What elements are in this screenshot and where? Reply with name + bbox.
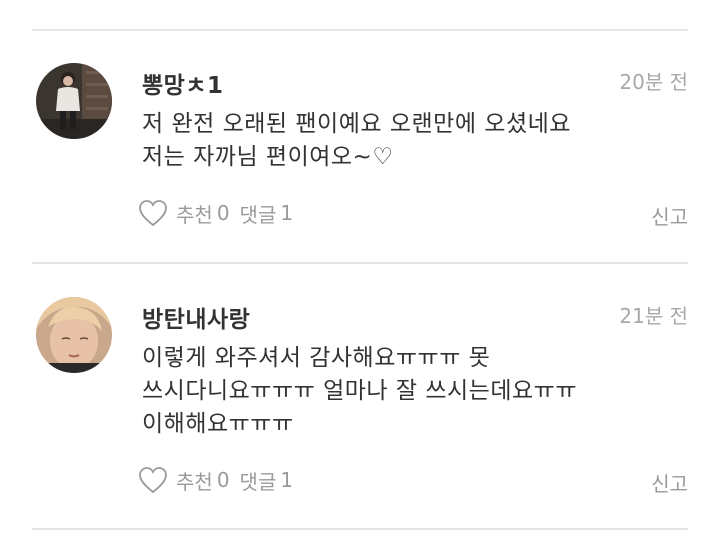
comment-body: 이렇게 와주셔서 감사해요ㅠㅠㅠ 못 쓰시다니요ㅠㅠㅠ 얼마나 잘 쓰시는데요ㅠ… (142, 342, 672, 441)
like-count: 0 (216, 201, 230, 225)
reply-count: 1 (280, 201, 294, 225)
timestamp: 21분 전 (619, 304, 688, 328)
author-name[interactable]: 방탄내사랑 (142, 300, 250, 334)
like-label[interactable]: 추천 (176, 199, 213, 228)
comment-line: 저 완전 오래된 팬이예요 오랜만에 오셨네요 (142, 111, 571, 137)
comment-line: 이해해요ㅠㅠㅠ (142, 411, 294, 437)
like-label[interactable]: 추천 (176, 466, 213, 495)
comment-line: 저는 자까님 편이여오~♡ (142, 144, 394, 170)
comment-line: 쓰시다니요ㅠㅠㅠ 얼마나 잘 쓰시는데요ㅠㅠ (142, 378, 577, 404)
comment-list: 뽕망ㅊ1 20분 전 저 완전 오래된 팬이예요 오랜만에 오셨네요 저는 자까… (0, 0, 720, 540)
report-button[interactable]: 신고 (651, 468, 688, 497)
report-button[interactable]: 신고 (651, 201, 688, 230)
reply-label[interactable]: 댓글 (240, 199, 277, 228)
heart-outline-icon[interactable] (138, 466, 168, 494)
timestamp: 20분 전 (619, 70, 688, 94)
reply-count: 1 (280, 468, 294, 492)
heart-outline-icon[interactable] (138, 199, 168, 227)
comment-line: 이렇게 와주셔서 감사해요ㅠㅠㅠ 못 (142, 345, 491, 371)
comment-actions: 추천 0 댓글 1 (138, 465, 303, 495)
divider (32, 262, 688, 264)
divider (32, 528, 688, 530)
avatar[interactable] (36, 297, 112, 373)
author-name[interactable]: 뽕망ㅊ1 (142, 66, 223, 100)
comment-body: 저 완전 오래된 팬이예요 오랜만에 오셨네요 저는 자까님 편이여오~♡ (142, 108, 672, 174)
comment-actions: 추천 0 댓글 1 (138, 198, 303, 228)
divider (32, 29, 688, 31)
avatar[interactable] (36, 63, 112, 139)
reply-label[interactable]: 댓글 (240, 466, 277, 495)
like-count: 0 (216, 468, 230, 492)
